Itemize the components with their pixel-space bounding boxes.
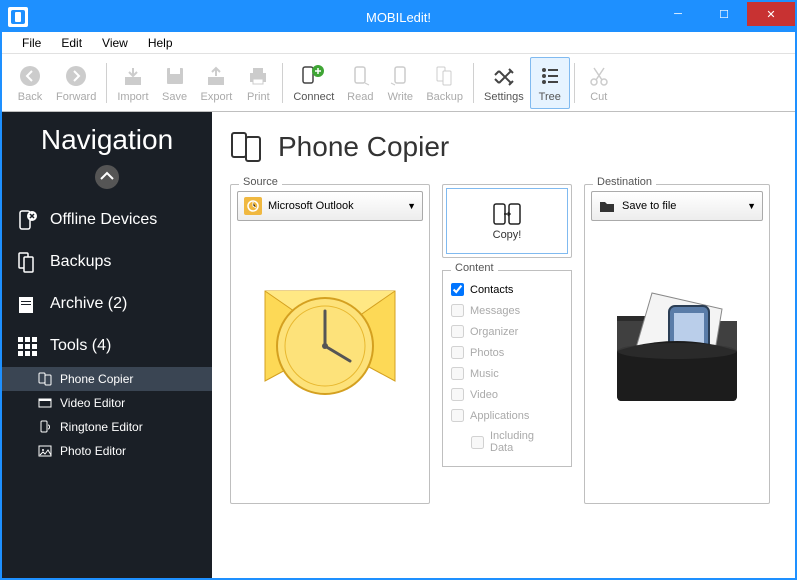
sidebar-ringtone-editor[interactable]: Ringtone Editor	[2, 415, 212, 439]
chk-organizer: Organizer	[449, 321, 565, 342]
outlook-icon	[244, 197, 262, 215]
sidebar-archive[interactable]: Archive (2)	[2, 283, 212, 325]
menubar: File Edit View Help	[2, 32, 795, 54]
content-label: Content	[451, 262, 498, 274]
chk-music: Music	[449, 363, 565, 384]
sidebar-photo-editor[interactable]: Photo Editor	[2, 439, 212, 463]
source-label: Source	[239, 176, 282, 188]
sidebar-tools[interactable]: Tools (4)	[2, 325, 212, 367]
destination-label: Destination	[593, 176, 656, 188]
content-panel: Content Contacts Messages Organizer Phot…	[442, 270, 572, 467]
source-panel: Source Microsoft Outlook ▼	[230, 184, 430, 504]
chk-video: Video	[449, 384, 565, 405]
chevron-down-icon: ▼	[407, 201, 416, 211]
grid-icon	[16, 335, 38, 357]
backup-icon	[16, 251, 38, 273]
archive-icon	[16, 293, 38, 315]
chk-including-data: Including Data	[449, 426, 565, 458]
back-button[interactable]: Back	[10, 57, 50, 109]
destination-image	[591, 251, 763, 416]
titlebar: MOBILedit! ─ ☐ ✕	[2, 2, 795, 32]
chk-applications: Applications	[449, 405, 565, 426]
read-button[interactable]: Read	[340, 57, 380, 109]
phone-copier-icon	[38, 372, 52, 386]
close-button[interactable]: ✕	[747, 2, 795, 26]
import-button[interactable]: Import	[111, 57, 154, 109]
page-title: Phone Copier	[230, 122, 777, 184]
content: Phone Copier Source Microsoft Outlook ▼	[212, 112, 795, 578]
menu-edit[interactable]: Edit	[51, 34, 92, 52]
destination-panel: Destination Save to file ▼	[584, 184, 770, 504]
menu-file[interactable]: File	[12, 34, 51, 52]
cut-button[interactable]: Cut	[579, 57, 619, 109]
source-dropdown[interactable]: Microsoft Outlook ▼	[237, 191, 423, 221]
chk-messages: Messages	[449, 300, 565, 321]
menu-help[interactable]: Help	[138, 34, 183, 52]
source-image	[237, 251, 423, 416]
nav-up-button[interactable]	[2, 160, 212, 199]
navigation-title: Navigation	[2, 116, 212, 160]
copy-button[interactable]: Copy!	[446, 188, 568, 254]
copy-panel: Copy!	[442, 184, 572, 258]
sidebar-backups[interactable]: Backups	[2, 241, 212, 283]
sidebar-video-editor[interactable]: Video Editor	[2, 391, 212, 415]
toolbar: Back Forward Import Save Export Print Co…	[2, 54, 795, 112]
minimize-button[interactable]: ─	[655, 2, 701, 26]
ringtone-icon	[38, 420, 52, 434]
write-button[interactable]: Write	[380, 57, 420, 109]
print-button[interactable]: Print	[238, 57, 278, 109]
sidebar-offline-devices[interactable]: Offline Devices	[2, 199, 212, 241]
window-title: MOBILedit!	[366, 10, 431, 25]
folder-icon	[598, 197, 616, 215]
tree-button[interactable]: Tree	[530, 57, 570, 109]
app-icon	[8, 7, 28, 27]
forward-button[interactable]: Forward	[50, 57, 102, 109]
phone-copier-title-icon	[230, 130, 264, 164]
chk-contacts[interactable]: Contacts	[449, 279, 565, 300]
settings-button[interactable]: Settings	[478, 57, 530, 109]
chevron-down-icon: ▼	[747, 201, 756, 211]
backup-button[interactable]: Backup	[420, 57, 469, 109]
destination-dropdown[interactable]: Save to file ▼	[591, 191, 763, 221]
export-button[interactable]: Export	[195, 57, 239, 109]
sidebar-phone-copier[interactable]: Phone Copier	[2, 367, 212, 391]
phone-x-icon	[16, 209, 38, 231]
save-button[interactable]: Save	[155, 57, 195, 109]
photo-icon	[38, 444, 52, 458]
connect-button[interactable]: Connect	[287, 57, 340, 109]
chk-photos: Photos	[449, 342, 565, 363]
sidebar: Navigation Offline Devices Backups Archi…	[2, 112, 212, 578]
menu-view[interactable]: View	[92, 34, 138, 52]
copy-icon	[492, 201, 522, 229]
maximize-button[interactable]: ☐	[701, 2, 747, 26]
video-icon	[38, 396, 52, 410]
